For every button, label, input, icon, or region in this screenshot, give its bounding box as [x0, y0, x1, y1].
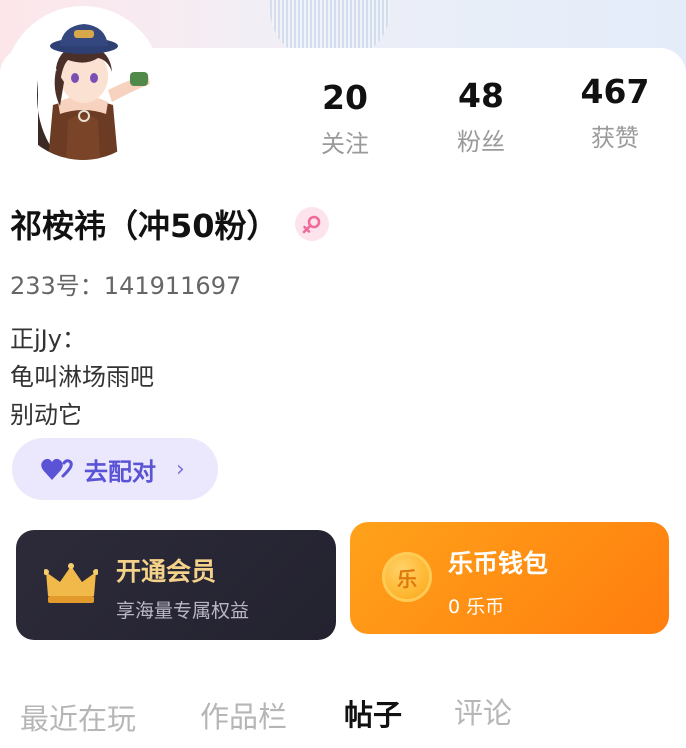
chevron-right-icon: › [176, 456, 185, 482]
likes-count: 467 [580, 72, 650, 111]
tab-posts[interactable]: 帖子 [344, 692, 402, 734]
wallet-title: 乐币钱包 [448, 549, 549, 578]
avatar-illustration [8, 10, 158, 160]
followers-count: 48 [458, 76, 504, 115]
profile-name-row: 祁桉祎（冲50粉） [10, 202, 329, 246]
match-button[interactable]: 去配对 › [12, 438, 218, 500]
profile-name: 祁桉祎（冲50粉） [10, 207, 279, 245]
wallet-card[interactable]: 乐 乐币钱包 0 乐币 [350, 522, 669, 634]
female-gender-icon [294, 207, 329, 241]
user-id: 233号：141911697 [10, 272, 242, 300]
bio-line: 别动它 [10, 401, 82, 429]
following-count: 20 [322, 78, 368, 117]
tab-recently-played[interactable]: 最近在玩 [20, 696, 136, 738]
wallet-balance: 0 乐币 [448, 596, 505, 618]
vip-title: 开通会员 [116, 557, 217, 586]
following-label: 关注 [321, 129, 369, 158]
tab-works[interactable]: 作品栏 [200, 694, 287, 736]
coin-icon: 乐 [382, 552, 432, 602]
vip-subtitle: 享海量专属权益 [116, 600, 250, 622]
crown-icon [44, 563, 98, 603]
stat-followers[interactable]: 48 粉丝 [426, 76, 536, 157]
stat-following[interactable]: 20 关注 [290, 78, 400, 159]
likes-label: 获赞 [591, 123, 639, 152]
profile-tabs: 最近在玩 作品栏 帖子 评论 [0, 690, 686, 737]
match-button-label: 去配对 [84, 457, 156, 486]
avatar[interactable] [8, 10, 158, 160]
bio: 正jJy： 龟叫淋场雨吧 别动它 [10, 320, 154, 434]
followers-label: 粉丝 [457, 127, 505, 156]
tab-comments[interactable]: 评论 [454, 690, 512, 732]
double-heart-icon [41, 458, 73, 480]
bio-line: 正jJy： [10, 325, 86, 353]
vip-membership-card[interactable]: 开通会员 享海量专属权益 [16, 530, 336, 640]
stat-likes[interactable]: 467 获赞 [560, 72, 670, 153]
bio-line: 龟叫淋场雨吧 [10, 363, 154, 391]
